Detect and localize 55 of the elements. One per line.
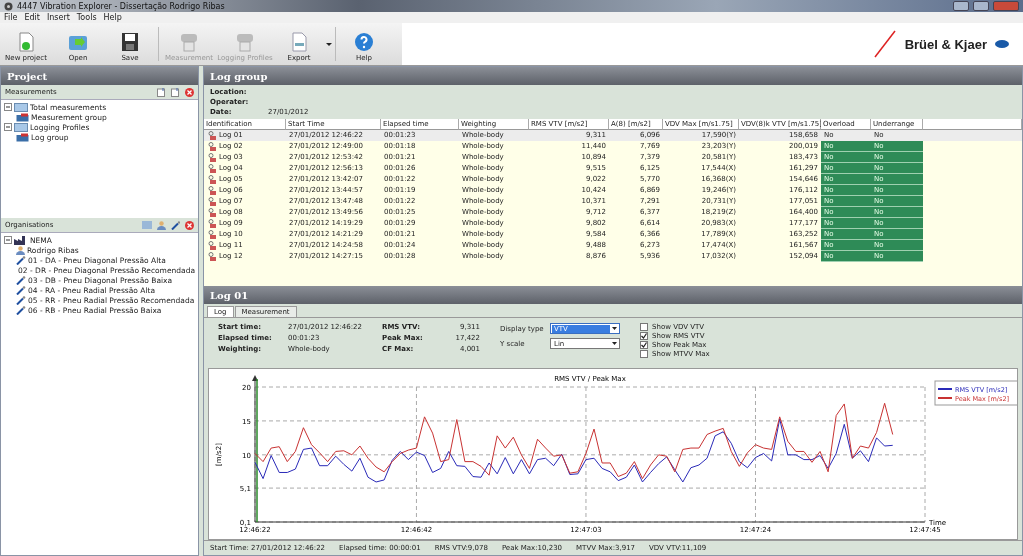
log-icon — [207, 141, 217, 151]
checkbox[interactable] — [640, 332, 648, 340]
panel-header: Project — [1, 67, 198, 85]
maximize-button[interactable] — [973, 1, 989, 11]
folder-icon — [14, 122, 28, 132]
probe-icon — [16, 255, 26, 265]
folder-icon — [16, 112, 29, 122]
device-icon — [178, 32, 200, 52]
checkbox[interactable] — [640, 323, 648, 331]
close-icon[interactable] — [185, 220, 194, 230]
collapse-icon[interactable] — [4, 236, 12, 244]
device-icon — [234, 32, 256, 52]
app-icon — [4, 1, 13, 11]
window-title: 4447 Vibration Explorer - Dissertação Rodrigo Ribas — [17, 1, 226, 11]
log-icon — [207, 174, 217, 184]
brand-logo: Brüel & Kjaer — [904, 36, 987, 52]
log-icon — [207, 130, 217, 140]
folder-icon — [16, 132, 29, 142]
person-icon[interactable] — [157, 220, 166, 230]
menu-item[interactable]: Help — [103, 13, 122, 22]
help-icon — [353, 32, 375, 52]
logo-icon — [995, 40, 1009, 48]
log-icon — [207, 185, 217, 195]
person-icon — [16, 245, 25, 255]
log-icon — [207, 229, 217, 239]
menu-item[interactable]: Edit — [24, 13, 40, 22]
menu-item[interactable]: Tools — [76, 13, 97, 22]
collapse-icon[interactable] — [4, 123, 12, 131]
slash-icon — [872, 30, 897, 58]
factory-icon — [14, 235, 28, 245]
log-icon — [207, 207, 217, 217]
log-icon — [207, 152, 217, 162]
folder-icon — [14, 102, 28, 112]
minimize-button[interactable] — [953, 1, 969, 11]
document-icon[interactable] — [171, 87, 180, 97]
probe-icon — [16, 275, 26, 285]
probe-icon — [16, 295, 26, 305]
log-icon — [207, 196, 217, 206]
caret-icon[interactable] — [325, 40, 333, 48]
probe-icon[interactable] — [171, 220, 180, 230]
log-icon — [207, 251, 217, 261]
checkbox[interactable] — [640, 341, 648, 349]
menu-item[interactable]: Insert — [46, 13, 70, 22]
menu-item[interactable]: File — [4, 13, 18, 22]
probe-icon — [16, 305, 26, 315]
collapse-icon[interactable] — [4, 103, 12, 111]
panel-header: Log 01 — [204, 286, 1022, 304]
log-icon — [207, 163, 217, 173]
close-icon[interactable] — [185, 87, 194, 97]
log-icon — [207, 240, 217, 250]
checkbox[interactable] — [640, 350, 648, 358]
panel-header: Log group — [204, 67, 1022, 85]
document-icon[interactable] — [157, 87, 166, 97]
probe-icon — [16, 285, 26, 295]
log-icon — [207, 218, 217, 228]
